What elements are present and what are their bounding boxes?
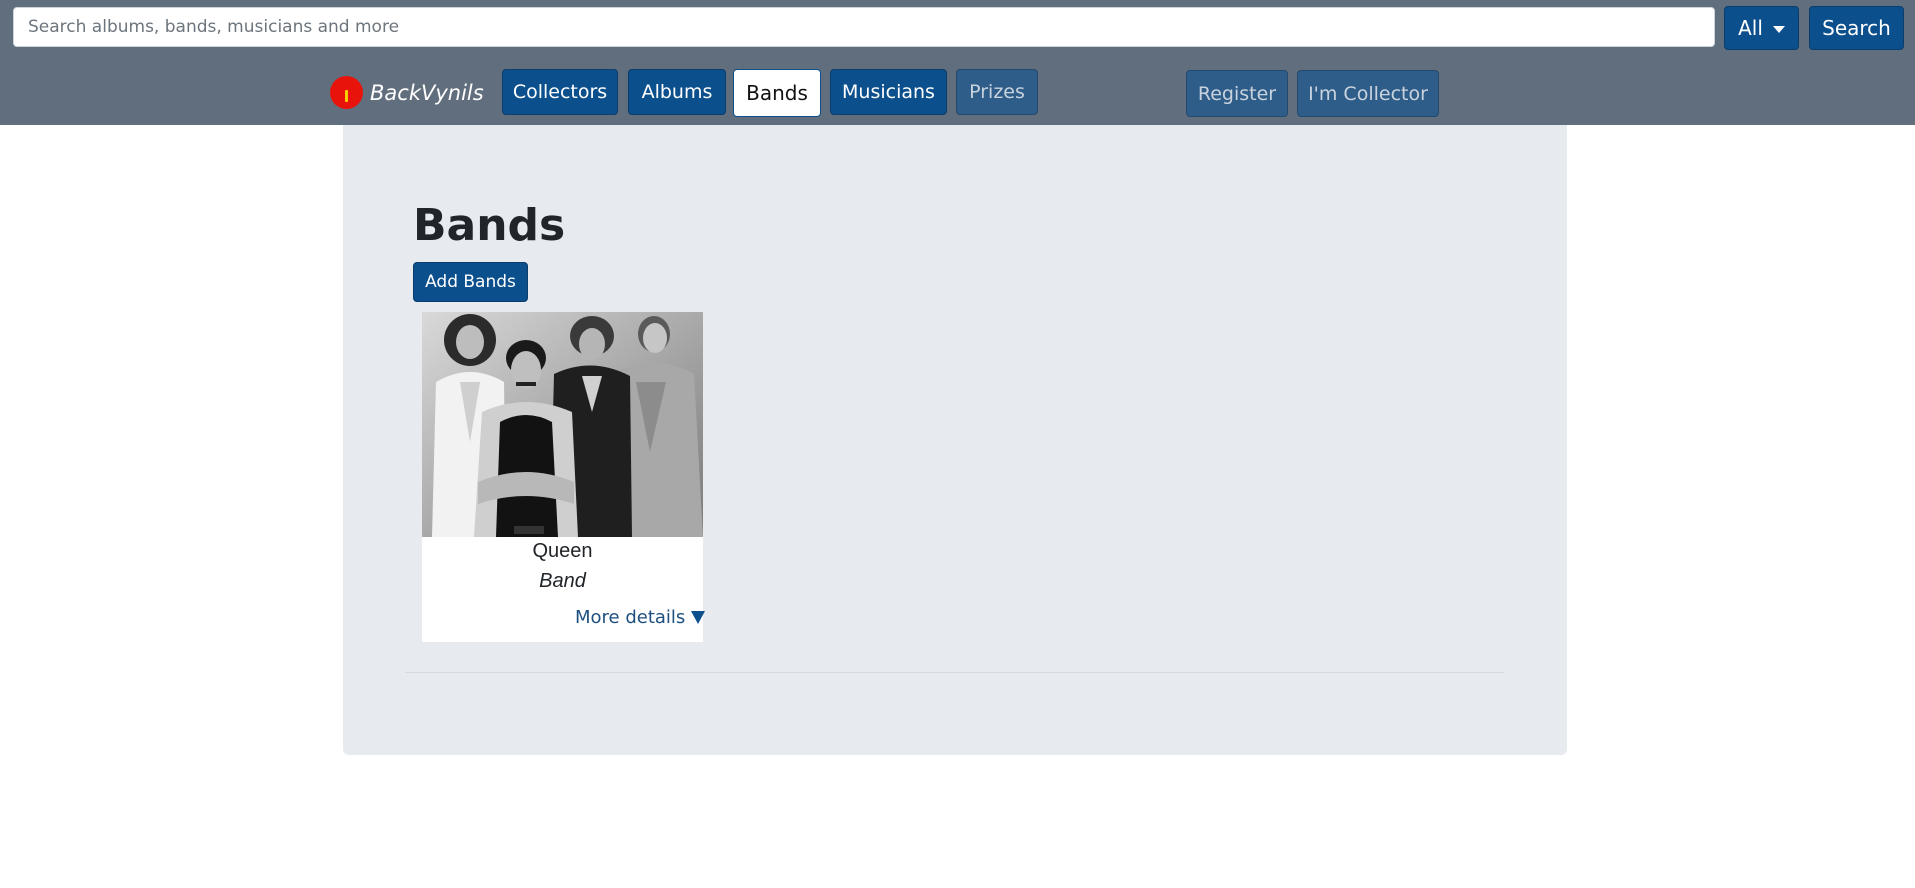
register-button[interactable]: Register [1186, 70, 1288, 117]
brand-name: BackVynils [370, 80, 484, 105]
search-button[interactable]: Search [1809, 6, 1904, 50]
nav-musicians[interactable]: Musicians [830, 69, 947, 115]
vinyl-logo-icon [330, 76, 363, 109]
search-input[interactable] [13, 7, 1715, 47]
nav-prizes[interactable]: Prizes [956, 69, 1038, 115]
search-filter-label: All [1738, 16, 1763, 40]
band-type: Band [539, 570, 586, 592]
page-title: Bands [413, 200, 566, 251]
nav-collectors[interactable]: Collectors [502, 69, 618, 115]
band-photo [422, 312, 703, 537]
divider [405, 672, 1504, 673]
more-details-link[interactable]: More details [575, 607, 714, 628]
add-bands-button[interactable]: Add Bands [413, 262, 528, 302]
caret-down-icon [1772, 25, 1785, 33]
triangle-down-icon [691, 611, 706, 624]
nav-albums[interactable]: Albums [628, 69, 726, 115]
band-name: Queen [532, 540, 593, 562]
im-collector-button[interactable]: I'm Collector [1297, 70, 1439, 117]
more-details-label: More details [575, 607, 686, 628]
band-photo-image [422, 312, 703, 537]
brand[interactable]: BackVynils [330, 76, 484, 109]
search-filter-dropdown[interactable]: All [1724, 6, 1799, 50]
nav-bands[interactable]: Bands [733, 69, 821, 117]
